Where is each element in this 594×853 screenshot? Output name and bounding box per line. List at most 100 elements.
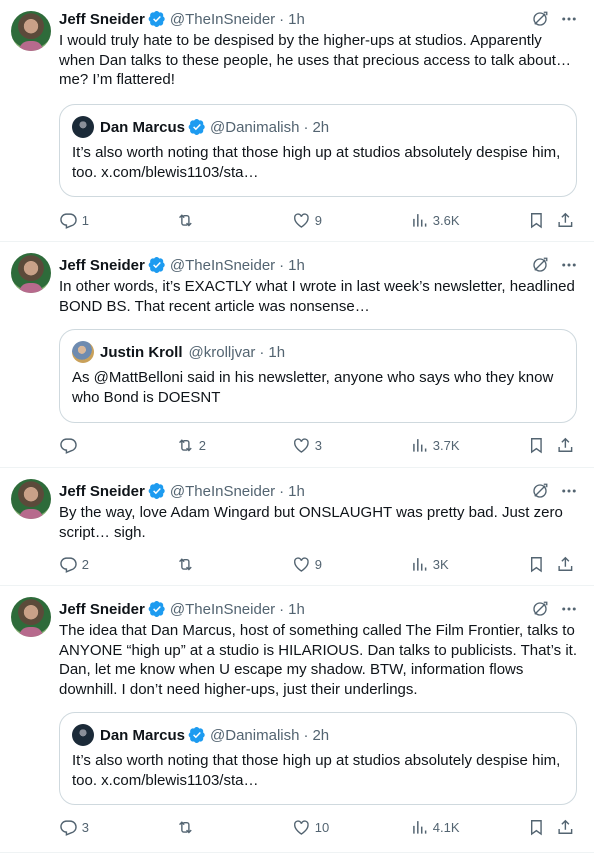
avatar[interactable] [11,479,51,519]
more-icon[interactable] [560,256,578,274]
action-bar: 3 10 4.1K [59,817,575,837]
quote-author-handle: @krolljvar [188,343,256,361]
quote-text: It’s also worth noting that those high u… [72,144,561,181]
views-icon [410,555,429,574]
separator: · [303,726,309,744]
retweet-button[interactable] [176,211,199,230]
views-count: 4.1K [432,819,460,835]
avatar[interactable] [11,597,51,637]
separator: · [279,256,285,274]
author-handle[interactable]: @TheInSneider [170,483,275,500]
separator: · [279,600,285,618]
timestamp[interactable]: 1h [288,483,305,500]
bookmark-button[interactable] [527,818,546,837]
retweet-icon [176,818,195,837]
quote-header: Justin Kroll @krolljvar · 1h [72,341,564,363]
timestamp[interactable]: 1h [288,257,305,274]
more-icon[interactable] [560,600,578,618]
reply-button[interactable] [59,436,82,455]
like-icon [292,555,311,574]
author-name[interactable]: Jeff Sneider [59,601,145,618]
reply-icon [59,818,78,837]
grok-icon[interactable] [531,600,549,618]
share-button[interactable] [556,436,575,455]
author-handle[interactable]: @TheInSneider [170,11,275,28]
retweet-icon [176,436,195,455]
verified-badge-icon [188,118,206,136]
quote-avatar [72,724,94,746]
avatar[interactable] [11,253,51,293]
author-handle[interactable]: @TheInSneider [170,257,275,274]
author-name[interactable]: Jeff Sneider [59,11,145,28]
quote-avatar [72,116,94,138]
share-button[interactable] [556,211,575,230]
author-handle[interactable]: @TheInSneider [170,601,275,618]
verified-badge-icon [148,10,166,28]
share-button[interactable] [556,818,575,837]
like-icon [292,818,311,837]
quote-tweet[interactable]: Justin Kroll @krolljvar · 1h As @MattBel… [59,329,577,423]
tweet-header: Jeff Sneider @TheInSneider · 1h [59,254,578,276]
reply-button[interactable]: 2 [59,555,89,574]
separator: · [279,10,285,28]
separator: · [279,482,285,500]
quote-author-handle: @Danimalish [210,726,300,744]
grok-icon[interactable] [531,10,549,28]
like-button[interactable]: 3 [292,436,322,455]
quote-author-name: Dan Marcus [100,118,186,136]
reply-icon [59,436,78,455]
views-icon [410,436,429,455]
bookmark-icon [527,436,546,455]
like-button[interactable]: 9 [292,211,322,230]
action-bar: 2 3 3.7K [59,435,575,455]
more-icon[interactable] [560,482,578,500]
retweet-button[interactable] [176,555,199,574]
more-icon[interactable] [560,10,578,28]
bookmark-button[interactable] [527,211,546,230]
tweet[interactable]: Jeff Sneider @TheInSneider · 1h By the w… [0,468,594,586]
quote-text: It’s also worth noting that those high u… [72,752,561,789]
views-button[interactable]: 3.7K [410,436,460,455]
like-button[interactable]: 10 [292,818,329,837]
reply-button[interactable]: 1 [59,211,89,230]
retweet-button[interactable] [176,818,199,837]
grok-icon[interactable] [531,482,549,500]
quote-author-handle: @Danimalish [210,118,300,136]
reply-icon [59,555,78,574]
reply-count: 1 [81,212,89,228]
tweet-feed: Jeff Sneider @TheInSneider · 1h I would … [0,0,594,853]
reply-count: 2 [81,556,89,572]
tweet[interactable]: Jeff Sneider @TheInSneider · 1h The idea… [0,586,594,853]
quote-tweet[interactable]: Dan Marcus @Danimalish · 2h It’s also wo… [59,712,577,805]
reply-icon [59,211,78,230]
share-icon [556,211,575,230]
timestamp[interactable]: 1h [288,601,305,618]
timestamp[interactable]: 1h [288,11,305,28]
verified-badge-icon [148,482,166,500]
quote-author-name: Dan Marcus [100,726,186,744]
avatar[interactable] [11,11,51,51]
bookmark-button[interactable] [527,436,546,455]
share-button[interactable] [556,555,575,574]
views-button[interactable]: 4.1K [410,818,460,837]
verified-badge-icon [188,726,206,744]
views-button[interactable]: 3K [410,555,449,574]
views-button[interactable]: 3.6K [410,211,460,230]
grok-icon[interactable] [531,256,549,274]
bookmark-button[interactable] [527,555,546,574]
tweet[interactable]: Jeff Sneider @TheInSneider · 1h I would … [0,0,594,242]
views-icon [410,818,429,837]
like-button[interactable]: 9 [292,555,322,574]
like-count: 9 [314,212,322,228]
author-name[interactable]: Jeff Sneider [59,483,145,500]
share-icon [556,818,575,837]
quote-tweet[interactable]: Dan Marcus @Danimalish · 2h It’s also wo… [59,104,577,197]
quote-header: Dan Marcus @Danimalish · 2h [72,116,564,138]
reply-button[interactable]: 3 [59,818,89,837]
tweet[interactable]: Jeff Sneider @TheInSneider · 1h In other… [0,242,594,468]
author-name[interactable]: Jeff Sneider [59,257,145,274]
retweet-button[interactable]: 2 [176,436,206,455]
like-count: 9 [314,556,322,572]
tweet-text: In other words, it’s EXACTLY what I wrot… [59,278,575,315]
action-bar: 1 9 3.6K [59,210,575,230]
